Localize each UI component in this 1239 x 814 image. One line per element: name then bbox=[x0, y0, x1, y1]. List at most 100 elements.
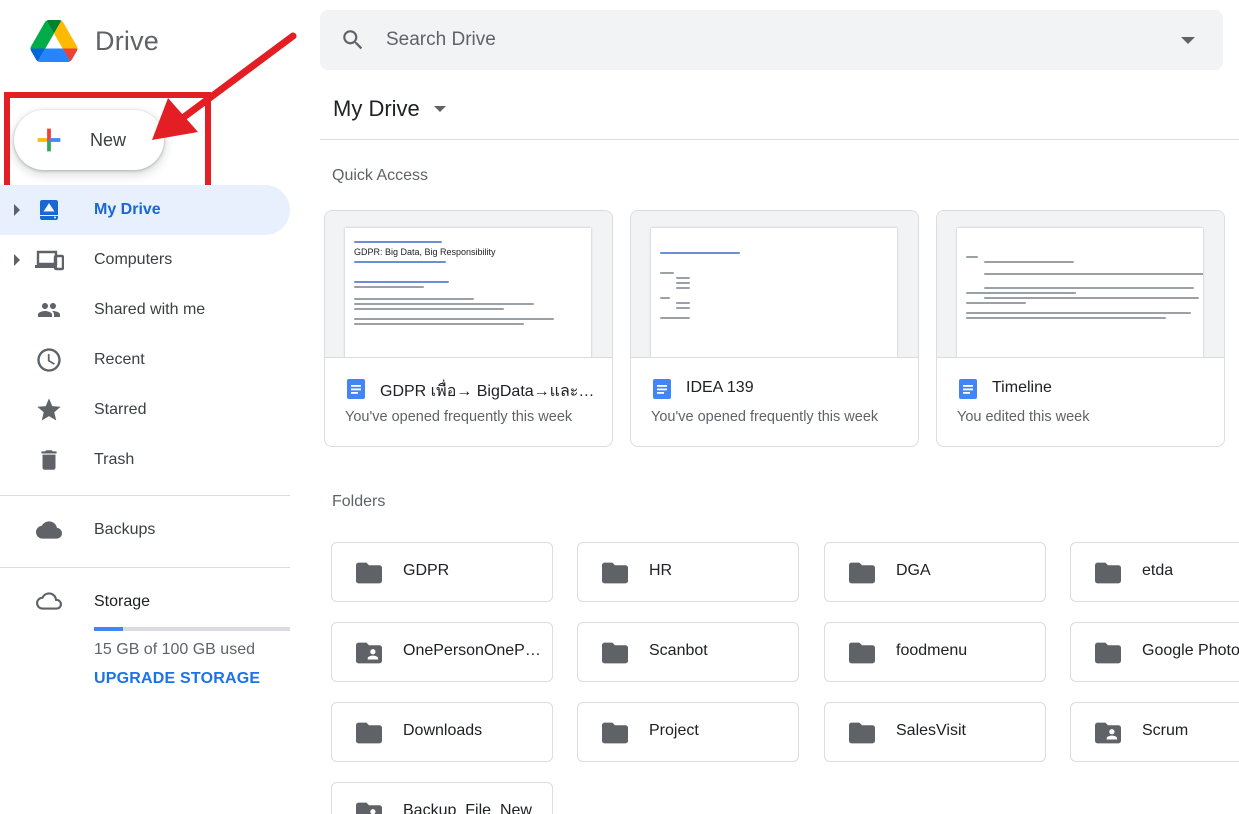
quick-access-card[interactable]: IDEA 139 You've opened frequently this w… bbox=[630, 210, 919, 447]
google-drive-logo-icon bbox=[30, 20, 78, 62]
document-thumbnail bbox=[631, 211, 918, 358]
sidebar-item-label: Backups bbox=[94, 521, 156, 538]
shared-folder-icon bbox=[1095, 722, 1121, 744]
preview-heading: GDPR: Big Data, Big Responsibility bbox=[354, 247, 496, 257]
annotation-arrow-icon bbox=[152, 32, 297, 140]
document-preview-page bbox=[957, 228, 1203, 357]
google-docs-icon bbox=[347, 379, 365, 399]
folder-item[interactable]: HR bbox=[577, 542, 799, 602]
folder-icon bbox=[849, 562, 875, 584]
storage-label: Storage bbox=[94, 593, 151, 610]
quick-access-title: IDEA 139 bbox=[686, 379, 754, 396]
quick-access-title: GDPR เพื่อ→ BigData→และ Digital Transfor… bbox=[380, 383, 598, 400]
quick-access-heading: Quick Access bbox=[332, 167, 429, 184]
trash-icon bbox=[33, 444, 65, 476]
my-drive-icon bbox=[33, 194, 65, 226]
quick-access-reason: You've opened frequently this week bbox=[345, 409, 573, 425]
folder-name: OnePersonOnePage bbox=[403, 642, 543, 659]
folder-icon bbox=[1095, 642, 1121, 664]
search-bar[interactable] bbox=[320, 10, 1223, 70]
folder-item[interactable]: GDPR bbox=[331, 542, 553, 602]
search-input[interactable] bbox=[386, 25, 1146, 55]
folder-name: Project bbox=[649, 722, 699, 739]
folder-item[interactable]: DGA bbox=[824, 542, 1046, 602]
search-options-dropdown-icon[interactable] bbox=[1181, 37, 1195, 44]
quick-access-title: Timeline bbox=[992, 379, 1052, 396]
sidebar-item-label: Starred bbox=[94, 401, 147, 418]
folder-item[interactable]: foodmenu bbox=[824, 622, 1046, 682]
sidebar-item-my-drive[interactable]: My Drive bbox=[0, 185, 290, 235]
quick-access-card[interactable]: GDPR: Big Data, Big Responsibility GDPR … bbox=[324, 210, 613, 447]
folder-item[interactable]: Backup_File_New bbox=[331, 782, 553, 814]
folder-item[interactable]: Google Photos bbox=[1070, 622, 1239, 682]
folder-name: Scanbot bbox=[649, 642, 708, 659]
folder-icon bbox=[602, 722, 628, 744]
folder-item[interactable]: Scrum bbox=[1070, 702, 1239, 762]
expand-caret-icon[interactable] bbox=[14, 204, 20, 216]
folder-name: Downloads bbox=[403, 722, 483, 739]
storage-cloud-icon bbox=[33, 588, 65, 614]
sidebar-item-label: Shared with me bbox=[94, 301, 206, 318]
shared-folder-icon bbox=[356, 802, 382, 814]
sidebar-divider bbox=[0, 567, 290, 568]
sidebar-item-label: Trash bbox=[94, 451, 135, 468]
folder-item[interactable]: Scanbot bbox=[577, 622, 799, 682]
main-divider bbox=[320, 139, 1239, 140]
folder-name: Scrum bbox=[1142, 722, 1189, 739]
sidebar-divider bbox=[0, 495, 290, 496]
folder-item[interactable]: etda bbox=[1070, 542, 1239, 602]
folder-item[interactable]: OnePersonOnePage bbox=[331, 622, 553, 682]
folder-name: Backup_File_New bbox=[403, 802, 532, 814]
quick-access-reason: You edited this week bbox=[957, 409, 1090, 425]
storage-usage-fill bbox=[94, 627, 124, 631]
folder-icon bbox=[1095, 562, 1121, 584]
folder-name: SalesVisit bbox=[896, 722, 966, 739]
folder-name: DGA bbox=[896, 562, 931, 579]
shared-folder-icon bbox=[356, 642, 382, 664]
folder-item[interactable]: SalesVisit bbox=[824, 702, 1046, 762]
folder-name: etda bbox=[1142, 562, 1174, 579]
shared-with-me-icon bbox=[33, 294, 65, 326]
upgrade-storage-link[interactable]: UPGRADE STORAGE bbox=[94, 670, 260, 688]
folder-icon bbox=[602, 562, 628, 584]
sidebar-item-backups[interactable]: Backups bbox=[0, 505, 290, 555]
sidebar-item-starred[interactable]: Starred bbox=[0, 385, 290, 435]
sidebar-item-recent[interactable]: Recent bbox=[0, 335, 290, 385]
folders-heading: Folders bbox=[332, 493, 386, 510]
document-preview-page bbox=[651, 228, 897, 357]
quick-access-card[interactable]: Timeline You edited this week bbox=[936, 210, 1225, 447]
document-thumbnail bbox=[937, 211, 1224, 358]
folder-icon bbox=[356, 562, 382, 584]
my-drive-menu-button[interactable]: My Drive bbox=[333, 96, 446, 122]
sidebar-item-shared-with-me[interactable]: Shared with me bbox=[0, 285, 290, 335]
page-title: My Drive bbox=[333, 96, 420, 121]
folder-item[interactable]: Downloads bbox=[331, 702, 553, 762]
computers-icon bbox=[33, 244, 65, 276]
folder-icon bbox=[849, 642, 875, 664]
folder-name: HR bbox=[649, 562, 673, 579]
search-icon[interactable] bbox=[340, 27, 366, 53]
folder-icon bbox=[356, 722, 382, 744]
google-docs-icon bbox=[653, 379, 671, 399]
folder-name: foodmenu bbox=[896, 642, 968, 659]
cloud-icon bbox=[33, 514, 65, 546]
star-icon bbox=[33, 394, 65, 426]
storage-usage-bar bbox=[94, 627, 290, 631]
storage-used-text: 15 GB of 100 GB used bbox=[94, 641, 255, 658]
sidebar-item-label: Computers bbox=[94, 251, 173, 268]
folder-icon bbox=[602, 642, 628, 664]
quick-access-reason: You've opened frequently this week bbox=[651, 409, 879, 425]
folder-name: GDPR bbox=[403, 562, 450, 579]
chevron-down-icon bbox=[433, 106, 446, 112]
sidebar-item-label: My Drive bbox=[94, 201, 161, 218]
document-thumbnail: GDPR: Big Data, Big Responsibility bbox=[325, 211, 612, 358]
folder-item[interactable]: Project bbox=[577, 702, 799, 762]
folder-name: Google Photos bbox=[1142, 642, 1239, 659]
sidebar-item-trash[interactable]: Trash bbox=[0, 435, 290, 485]
expand-caret-icon[interactable] bbox=[14, 254, 20, 266]
clock-icon bbox=[33, 344, 65, 376]
document-preview-page: GDPR: Big Data, Big Responsibility bbox=[345, 228, 591, 357]
sidebar-item-computers[interactable]: Computers bbox=[0, 235, 290, 285]
sidebar-nav: My Drive Computers Shared with me Recent… bbox=[0, 185, 290, 485]
sidebar-item-label: Recent bbox=[94, 351, 145, 368]
